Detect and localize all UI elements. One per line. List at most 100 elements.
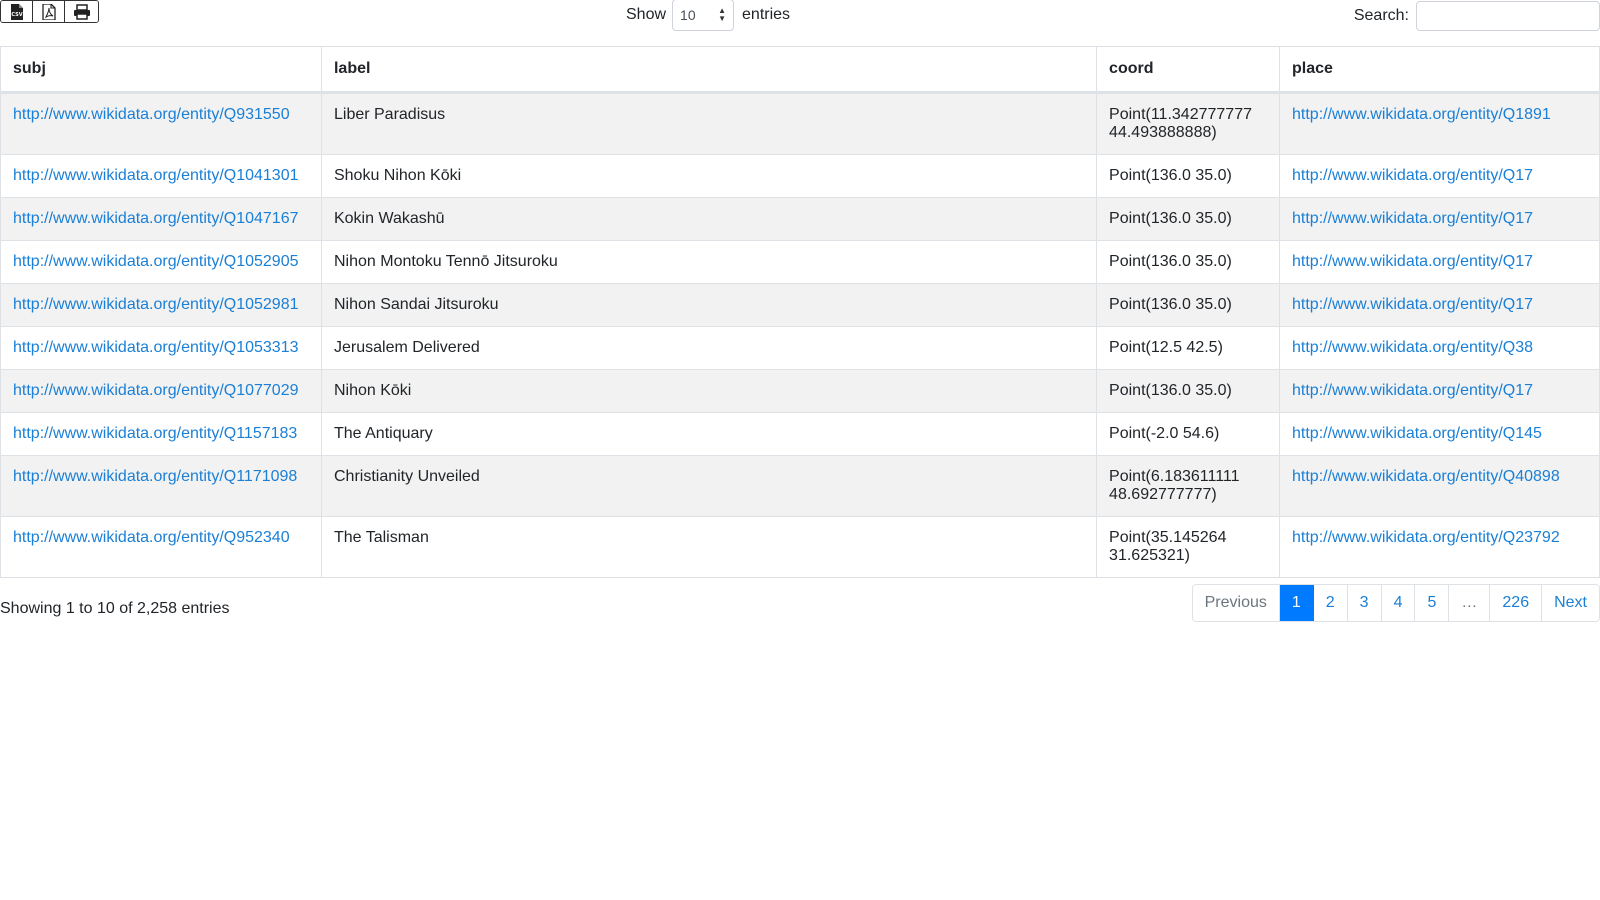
table-row: http://www.wikidata.org/entity/Q931550 L…	[0, 92, 1600, 155]
table-row: http://www.wikidata.org/entity/Q1171098 …	[0, 455, 1600, 517]
place-link[interactable]: http://www.wikidata.org/entity/Q17	[1292, 382, 1533, 399]
table-body: http://www.wikidata.org/entity/Q931550 L…	[0, 92, 1600, 578]
coord-cell: Point(12.5 42.5)	[1096, 326, 1281, 370]
results-table: subj label coord place http://www.wikida…	[0, 46, 1600, 578]
page-1-button[interactable]: 1	[1279, 585, 1314, 621]
page-5-button[interactable]: 5	[1415, 585, 1450, 621]
coord-cell: Point(-2.0 54.6)	[1096, 412, 1281, 456]
subj-link[interactable]: http://www.wikidata.org/entity/Q952340	[13, 529, 290, 546]
table-row: http://www.wikidata.org/entity/Q1047167 …	[0, 197, 1600, 241]
subj-link[interactable]: http://www.wikidata.org/entity/Q1052981	[13, 296, 299, 313]
subj-link[interactable]: http://www.wikidata.org/entity/Q931550	[13, 106, 290, 123]
place-link[interactable]: http://www.wikidata.org/entity/Q40898	[1292, 468, 1560, 485]
subj-cell: http://www.wikidata.org/entity/Q1157183	[0, 412, 322, 456]
subj-link[interactable]: http://www.wikidata.org/entity/Q1157183	[13, 425, 297, 442]
label-cell: The Talisman	[320, 516, 1098, 578]
pagination: Previous 1 2 3 4 5 … 226 Next	[1191, 584, 1600, 622]
place-cell: http://www.wikidata.org/entity/Q145	[1279, 412, 1600, 456]
coord-cell: Point(35.145264 31.625321)	[1096, 516, 1281, 578]
place-link[interactable]: http://www.wikidata.org/entity/Q38	[1292, 339, 1533, 356]
subj-cell: http://www.wikidata.org/entity/Q1052905	[0, 240, 322, 284]
label-cell: Liber Paradisus	[320, 92, 1098, 155]
place-link[interactable]: http://www.wikidata.org/entity/Q17	[1292, 167, 1533, 184]
csv-export-button[interactable]: CSV	[1, 1, 33, 22]
label-cell: Nihon Kōki	[320, 369, 1098, 413]
coord-cell: Point(136.0 35.0)	[1096, 283, 1281, 327]
column-header-place[interactable]: place	[1279, 46, 1600, 94]
pdf-export-button[interactable]	[33, 1, 65, 22]
coord-cell: Point(136.0 35.0)	[1096, 154, 1281, 198]
place-cell: http://www.wikidata.org/entity/Q17	[1279, 240, 1600, 284]
label-cell: Shoku Nihon Kōki	[320, 154, 1098, 198]
subj-link[interactable]: http://www.wikidata.org/entity/Q1041301	[13, 167, 299, 184]
table-footer: Showing 1 to 10 of 2,258 entries Previou…	[0, 584, 1600, 624]
page-3-button[interactable]: 3	[1347, 585, 1382, 621]
pdf-file-icon	[41, 3, 56, 20]
subj-cell: http://www.wikidata.org/entity/Q952340	[0, 516, 322, 578]
place-link[interactable]: http://www.wikidata.org/entity/Q23792	[1292, 529, 1560, 546]
place-link[interactable]: http://www.wikidata.org/entity/Q145	[1292, 425, 1542, 442]
subj-cell: http://www.wikidata.org/entity/Q1077029	[0, 369, 322, 413]
page-length-control: Show 10 ▲ ▼ entries	[626, 0, 791, 31]
subj-cell: http://www.wikidata.org/entity/Q1171098	[0, 455, 322, 517]
subj-link[interactable]: http://www.wikidata.org/entity/Q1052905	[13, 253, 299, 270]
subj-cell: http://www.wikidata.org/entity/Q931550	[0, 92, 322, 155]
svg-text:CSV: CSV	[11, 12, 22, 18]
place-cell: http://www.wikidata.org/entity/Q23792	[1279, 516, 1600, 578]
place-link[interactable]: http://www.wikidata.org/entity/Q17	[1292, 296, 1533, 313]
table-row: http://www.wikidata.org/entity/Q1041301 …	[0, 154, 1600, 198]
coord-cell: Point(136.0 35.0)	[1096, 240, 1281, 284]
label-cell: Jerusalem Delivered	[320, 326, 1098, 370]
page-length-select-wrap: 10 ▲ ▼	[666, 0, 742, 31]
page-next-button[interactable]: Next	[1542, 585, 1599, 621]
printer-icon	[73, 3, 90, 20]
column-header-coord[interactable]: coord	[1096, 46, 1281, 94]
table-row: http://www.wikidata.org/entity/Q1052905 …	[0, 240, 1600, 284]
page-ellipsis: …	[1449, 585, 1491, 621]
place-cell: http://www.wikidata.org/entity/Q17	[1279, 369, 1600, 413]
subj-link[interactable]: http://www.wikidata.org/entity/Q1047167	[13, 210, 299, 227]
page-4-button[interactable]: 4	[1381, 585, 1416, 621]
table-row: http://www.wikidata.org/entity/Q1052981 …	[0, 283, 1600, 327]
coord-cell: Point(6.183611111 48.692777777)	[1096, 455, 1281, 517]
label-cell: Kokin Wakashū	[320, 197, 1098, 241]
place-link[interactable]: http://www.wikidata.org/entity/Q1891	[1292, 106, 1551, 123]
place-cell: http://www.wikidata.org/entity/Q17	[1279, 283, 1600, 327]
coord-cell: Point(136.0 35.0)	[1096, 197, 1281, 241]
print-button[interactable]	[65, 1, 98, 22]
column-header-subj[interactable]: subj	[0, 46, 322, 94]
search-control: Search:	[1354, 0, 1600, 32]
subj-cell: http://www.wikidata.org/entity/Q1053313	[0, 326, 322, 370]
label-cell: Christianity Unveiled	[320, 455, 1098, 517]
show-label: Show	[626, 6, 667, 23]
place-cell: http://www.wikidata.org/entity/Q17	[1279, 197, 1600, 241]
subj-cell: http://www.wikidata.org/entity/Q1041301	[0, 154, 322, 198]
header-row: subj label coord place	[0, 46, 1600, 94]
table-toolbar: CSV Show 10 ▲ ▼ entries Search:	[0, 0, 1600, 44]
label-cell: Nihon Montoku Tennō Jitsuroku	[320, 240, 1098, 284]
column-header-label[interactable]: label	[320, 46, 1098, 94]
table-row: http://www.wikidata.org/entity/Q1157183 …	[0, 412, 1600, 456]
search-input[interactable]	[1416, 1, 1600, 31]
place-link[interactable]: http://www.wikidata.org/entity/Q17	[1292, 253, 1533, 270]
csv-file-icon: CSV	[10, 3, 23, 20]
page-2-button[interactable]: 2	[1313, 585, 1348, 621]
place-link[interactable]: http://www.wikidata.org/entity/Q17	[1292, 210, 1533, 227]
table-row: http://www.wikidata.org/entity/Q1077029 …	[0, 369, 1600, 413]
place-cell: http://www.wikidata.org/entity/Q38	[1279, 326, 1600, 370]
label-cell: The Antiquary	[320, 412, 1098, 456]
subj-link[interactable]: http://www.wikidata.org/entity/Q1077029	[13, 382, 299, 399]
subj-link[interactable]: http://www.wikidata.org/entity/Q1171098	[13, 468, 297, 485]
table-row: http://www.wikidata.org/entity/Q952340 T…	[0, 516, 1600, 578]
subj-cell: http://www.wikidata.org/entity/Q1052981	[0, 283, 322, 327]
place-cell: http://www.wikidata.org/entity/Q1891	[1279, 92, 1600, 155]
place-cell: http://www.wikidata.org/entity/Q40898	[1279, 455, 1600, 517]
page-length-select[interactable]: 10	[672, 0, 735, 31]
page-previous-button[interactable]: Previous	[1192, 585, 1280, 621]
export-button-group: CSV	[0, 0, 99, 23]
subj-link[interactable]: http://www.wikidata.org/entity/Q1053313	[13, 339, 299, 356]
place-cell: http://www.wikidata.org/entity/Q17	[1279, 154, 1600, 198]
search-label: Search:	[1353, 7, 1409, 24]
entries-label: entries	[742, 6, 791, 23]
page-226-button[interactable]: 226	[1490, 585, 1543, 621]
